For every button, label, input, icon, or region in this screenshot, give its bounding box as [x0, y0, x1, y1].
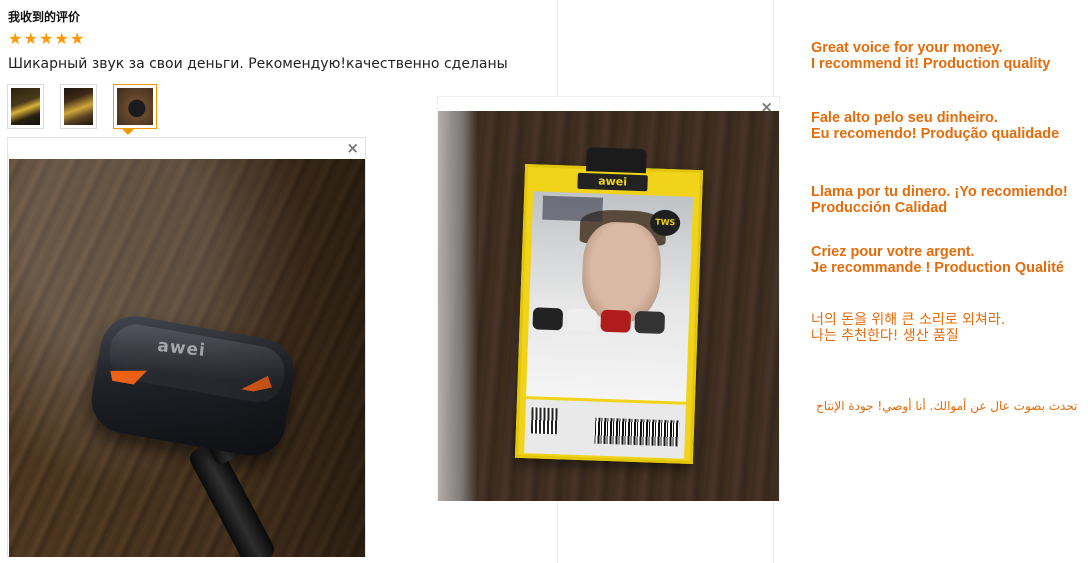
- review-photo-package[interactable]: awei TWS: [438, 111, 779, 501]
- package-tws-badge: TWS: [649, 209, 681, 237]
- star-icon: ★: [54, 29, 69, 48]
- translation-line: Great voice for your money.: [811, 40, 1003, 56]
- translation-korean: 너의 돈을 위해 큰 소리로 외쳐라. 나는 추천한다! 생산 품질: [811, 312, 1005, 344]
- rating-stars: ★ ★ ★ ★ ★: [8, 31, 86, 47]
- translation-line: Criez pour votre argent.: [811, 244, 975, 260]
- review-photo-earbuds-case[interactable]: awei: [9, 159, 365, 557]
- image-viewer-right: × awei TWS: [437, 96, 780, 501]
- translation-arabic: تحدث بصوت عال عن أموالك. أنا أوصي! جودة …: [816, 398, 1077, 414]
- translation-line: Llama por tu dinero. ¡Yo recomiendo!: [811, 184, 1068, 200]
- translation-english: Great voice for your money. I recommend …: [811, 40, 1050, 72]
- product-package: awei TWS: [514, 147, 704, 465]
- review-text: Шикарный звук за свои деньги. Рекомендую…: [8, 56, 508, 72]
- thumbnail-image: [64, 88, 93, 125]
- star-icon: ★: [8, 29, 23, 48]
- earbud-variants: [532, 307, 666, 334]
- package-brand: awei: [577, 172, 648, 192]
- review-thumbnails: [7, 84, 173, 129]
- package-front-panel: TWS: [526, 191, 694, 402]
- package-label: [524, 399, 686, 459]
- translation-line: Je recommande ! Production Qualité: [811, 260, 1064, 276]
- translation-line: 나는 추천한다! 생산 품질: [811, 328, 959, 344]
- photo-shadow: [9, 159, 365, 557]
- translation-line: تحدث بصوت عال عن أموالك. أنا أوصي! جودة …: [816, 399, 1078, 413]
- star-icon: ★: [39, 29, 54, 48]
- translation-line: 너의 돈을 위해 큰 소리로 외쳐라.: [811, 312, 1006, 328]
- package-headline: [542, 195, 604, 222]
- translation-line: Producción Calidad: [811, 200, 948, 216]
- earbud-red: [600, 309, 632, 333]
- translation-line: I recommend it! Production quality: [811, 56, 1051, 72]
- earbud-dark: [634, 310, 666, 334]
- thumbnail-image: [117, 88, 153, 125]
- review-thumbnail[interactable]: [7, 84, 44, 129]
- thumbnail-image: [11, 88, 40, 125]
- review-thumbnail-active[interactable]: [113, 84, 157, 129]
- translation-line: Fale alto pelo seu dinheiro.: [811, 110, 998, 126]
- translation-portuguese: Fale alto pelo seu dinheiro. Eu recomend…: [811, 110, 1059, 142]
- translation-spanish: Llama por tu dinero. ¡Yo recomiendo! Pro…: [811, 184, 1068, 216]
- active-thumbnail-caret: [122, 129, 134, 135]
- earbud-white: [566, 308, 598, 332]
- image-viewer-left: × awei: [7, 137, 366, 557]
- star-icon: ★: [70, 29, 85, 48]
- translation-line: Eu recomendo! Produção qualidade: [811, 126, 1060, 142]
- translation-french: Criez pour votre argent. Je recommande !…: [811, 244, 1064, 276]
- qr-code: [530, 407, 558, 435]
- barcode: [594, 417, 680, 447]
- review-title: 我收到的评价: [8, 10, 81, 24]
- review-thumbnail[interactable]: [60, 84, 97, 129]
- close-icon[interactable]: ×: [346, 139, 359, 157]
- model-face: [580, 221, 663, 324]
- photo-background: [438, 111, 478, 501]
- earbud-black: [532, 307, 564, 331]
- star-icon: ★: [23, 29, 38, 48]
- package-hanger: [585, 147, 647, 174]
- review-block: 我收到的评价 ★ ★ ★ ★ ★ Шикарный звук за свои д…: [8, 8, 556, 72]
